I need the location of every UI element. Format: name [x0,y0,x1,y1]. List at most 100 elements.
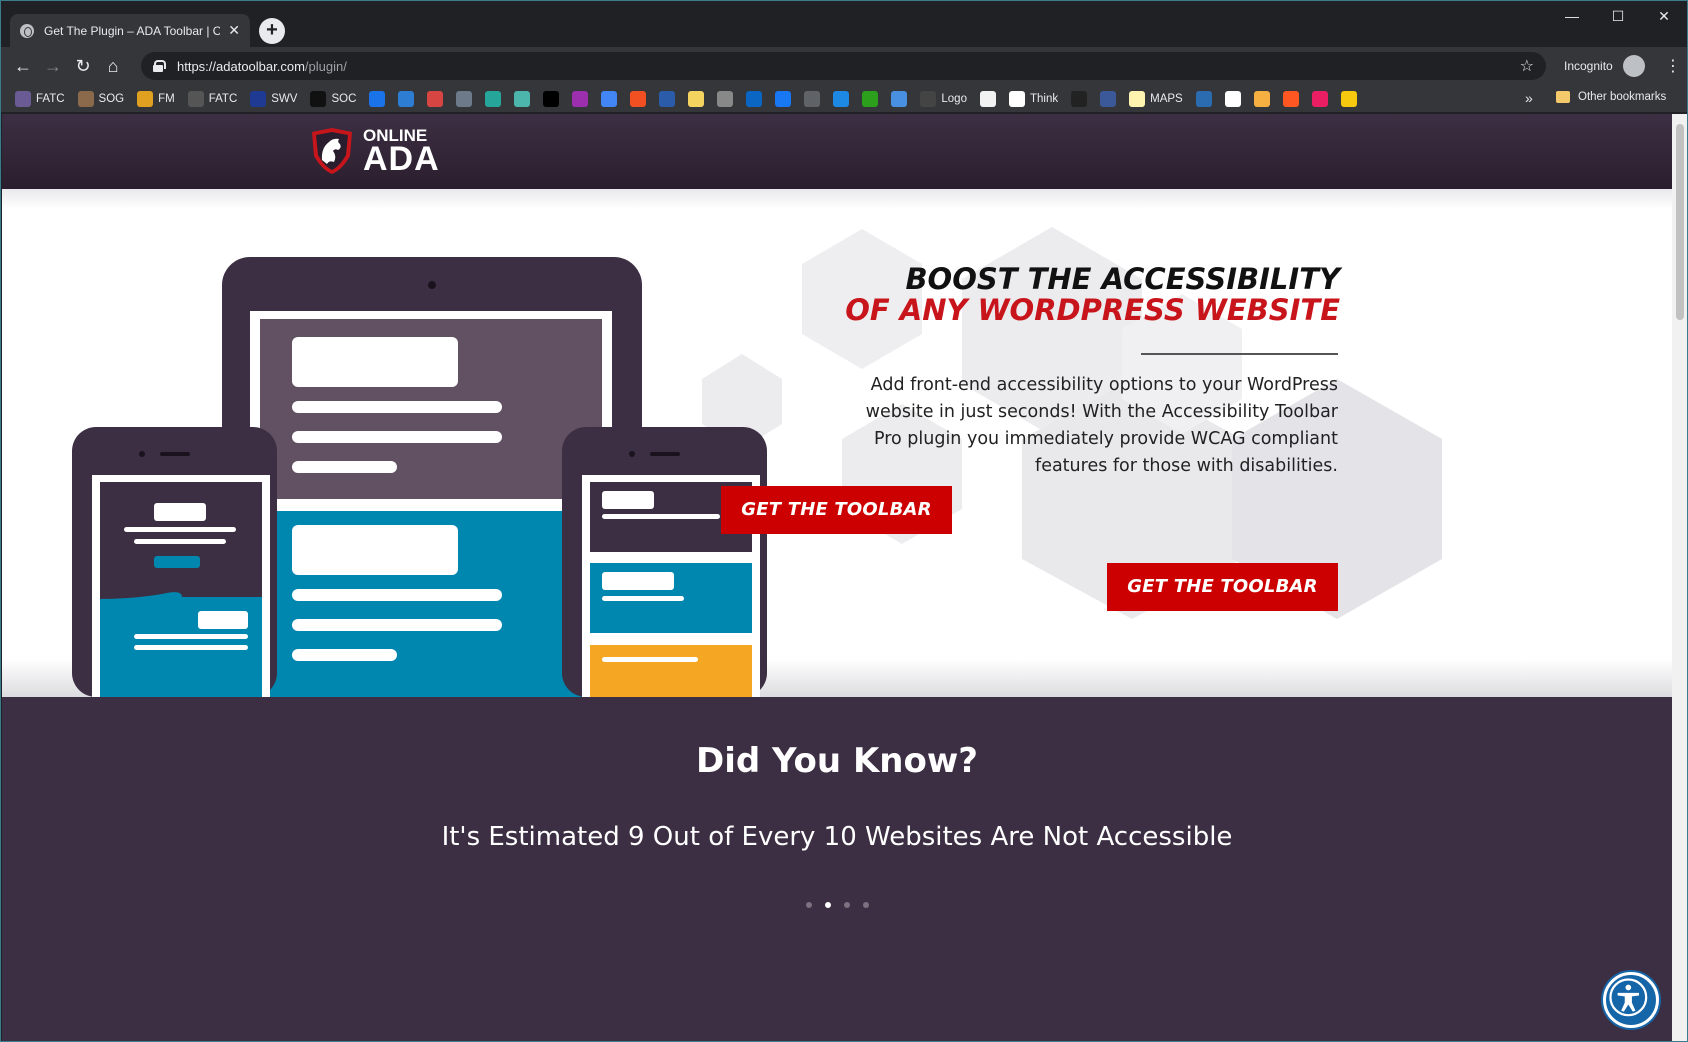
qb-icon [862,90,879,107]
maximize-button[interactable]: ☐ [1595,1,1641,33]
carousel-dot-3[interactable] [843,902,850,908]
window-controls: — ☐ ✕ [1549,1,1687,33]
bookmark-label: SOG [98,92,125,105]
doc-icon [804,90,821,107]
bookmark-item[interactable] [659,90,676,107]
bookmark-item[interactable]: Think [1008,90,1058,107]
globe-icon [20,23,34,38]
forward-arrow-icon[interactable]: → [41,54,65,78]
ads-icon [601,90,618,107]
grid-icon [456,90,473,107]
bookmark-item[interactable] [601,90,618,107]
back-arrow-icon[interactable]: ← [11,54,35,78]
bookmark-label: FM [158,92,175,105]
carousel-dot-2[interactable] [824,902,831,908]
hero-divider [1141,353,1338,355]
bookmark-item[interactable] [1195,90,1212,107]
bookmark-item[interactable] [1311,90,1328,107]
get-toolbar-button-secondary[interactable]: GET THE TOOLBAR [721,486,952,534]
bookmark-item[interactable]: Logo [920,90,967,107]
page-scrollbar[interactable] [1672,114,1687,1041]
bookmark-item[interactable] [775,90,792,107]
bookmark-item[interactable] [543,90,560,107]
home-icon[interactable]: ⌂ [101,54,125,78]
close-window-button[interactable]: ✕ [1641,1,1687,33]
other-bookmarks[interactable]: Other bookmarks [1556,91,1666,103]
bookmark-item[interactable]: SOG [77,90,125,107]
bookmark-item[interactable] [688,90,705,107]
carousel-dot-4[interactable] [862,902,869,908]
reload-icon[interactable]: ↻ [71,54,95,78]
browser-tab[interactable]: Get The Plugin – ADA Toolbar | O ✕ [10,14,250,47]
gb-icon [398,90,415,107]
bookmark-item[interactable] [427,90,444,107]
bookmark-item[interactable] [1071,90,1088,107]
fatc-icon [15,90,31,107]
bookmark-item[interactable]: SWV [250,90,298,107]
bookmark-label: MAPS [1150,92,1183,105]
bookmark-label: Logo [941,92,967,105]
menu-dots-icon[interactable]: ⋮ [1665,56,1681,76]
bookmarks-bar: FATC SOG FM FATC SWV SOC Logo Think MAPS » Other … [1,85,1687,113]
new-tab-button[interactable]: + [259,18,285,44]
bookmark-item[interactable] [514,90,531,107]
did-you-know-section: Did You Know? It's Estimated 9 Out of Ev… [2,697,1672,1041]
bookmarks-overflow-icon[interactable]: » [1525,90,1533,106]
accessibility-toolbar-button[interactable] [1603,972,1659,1028]
bookmark-item[interactable] [630,90,647,107]
lock-icon [153,60,166,72]
page-icon [717,90,734,107]
bookmark-item[interactable] [746,90,763,107]
bookmark-item[interactable] [804,90,821,107]
site-logo[interactable]: ONLINE ADA [307,126,440,176]
scrollbar-thumb[interactable] [1676,124,1684,320]
bookmark-item[interactable] [1282,90,1299,107]
bookmark-item[interactable]: FATC [187,90,238,107]
cl-icon [1071,90,1088,107]
bookmark-star-icon[interactable]: ☆ [1520,56,1534,76]
bookmark-item[interactable] [891,90,908,107]
close-tab-icon[interactable]: ✕ [228,22,240,39]
bookmark-item[interactable] [1224,90,1241,107]
camera-icon [833,90,850,107]
bl-icon [250,90,267,107]
bookmark-item[interactable] [979,90,996,107]
browser-window: Get The Plugin – ADA Toolbar | O ✕ + — ☐… [0,0,1688,1042]
minimize-button[interactable]: — [1549,1,1595,33]
lightning-icon [137,90,154,107]
bookmark-item[interactable] [1100,90,1117,107]
bookmark-item[interactable] [862,90,879,107]
bookmark-item[interactable] [1253,90,1270,107]
note-icon [688,90,705,107]
bookmark-item[interactable] [717,90,734,107]
did-you-know-fact: It's Estimated 9 Out of Every 10 Website… [441,822,1233,852]
bookmark-item[interactable] [369,90,386,107]
bookmark-item[interactable]: MAPS [1129,90,1183,107]
bookmark-label: FATC [208,92,238,105]
bookmark-label: FATC [36,92,65,105]
graduation-icon [427,90,444,107]
bookmark-item[interactable]: SOC [310,90,356,107]
bookmark-label: SWV [271,92,298,105]
hero-title-line1: BOOST THE ACCESSIBILITY [905,262,1340,296]
bookmark-item[interactable] [1340,90,1357,107]
hero-title-line2: OF ANY WORDPRESS WEBSITE [845,293,1340,327]
amazon-icon [979,90,996,107]
music-icon [1340,90,1357,107]
bookmark-item[interactable] [456,90,473,107]
carousel-dots [2,902,1672,908]
calendar-icon [369,90,386,107]
bookmark-item[interactable] [572,90,589,107]
address-bar[interactable]: https://adatoolbar.com/plugin/ ☆ [141,52,1546,80]
bookmark-item[interactable]: FATC [15,90,65,107]
incognito-label: Incognito [1564,59,1613,73]
bookmark-item[interactable] [833,90,850,107]
carousel-dot-1[interactable] [805,902,812,908]
page-viewport: ONLINE ADA BOOST THE ACCESSIBILITY OF AN… [2,114,1672,1041]
bookmark-item[interactable] [485,90,502,107]
incognito-icon[interactable] [1623,55,1645,77]
hero-title: BOOST THE ACCESSIBILITY OF ANY WORDPRESS… [845,264,1340,326]
get-toolbar-button[interactable]: GET THE TOOLBAR [1107,563,1338,611]
bookmark-item[interactable]: FM [137,90,175,107]
bookmark-item[interactable] [398,90,415,107]
